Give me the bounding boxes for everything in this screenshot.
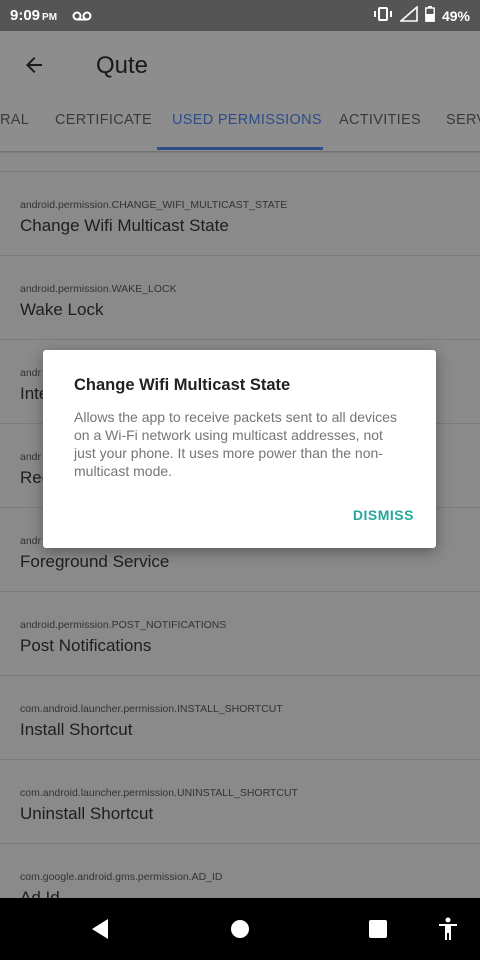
list-item[interactable]: android.permission.WAKE_LOCK Wake Lock [0, 256, 480, 340]
permission-label: Wake Lock [20, 300, 104, 319]
status-time-value: 9:09 [10, 7, 41, 24]
permission-label: Uninstall Shortcut [20, 804, 154, 823]
battery-icon [425, 6, 435, 25]
list-item[interactable]: com.google.android.gms.permission.AD_ID … [0, 844, 480, 898]
app-bar: Qute [0, 31, 480, 101]
voicemail-icon [72, 9, 92, 27]
battery-percent: 49% [441, 7, 470, 24]
vibrate-icon [373, 7, 393, 24]
accessibility-icon [439, 917, 457, 940]
signal-icon [398, 5, 418, 25]
tab-certificate[interactable]: CERTIFICATE [55, 101, 152, 149]
permission-name: com.google.android.gms.permission.AD_ID [20, 871, 223, 883]
status-time: 9:09 PM [10, 7, 57, 24]
list-item[interactable]: android.permission.CHANGE_WIFI_MULTICAST… [0, 172, 480, 256]
permission-label: Change Wifi Multicast State [20, 216, 229, 235]
app-title: Qute [96, 52, 149, 79]
dismiss-button[interactable]: DISMISS [353, 507, 414, 523]
permission-label: Post Notifications [20, 636, 152, 655]
permission-name: andr [20, 535, 42, 547]
nav-back-button[interactable] [85, 914, 115, 944]
permission-name: andr [20, 451, 42, 463]
status-bar: 9:09 PM 49% [0, 0, 480, 31]
dialog-title: Change Wifi Multicast State [74, 376, 291, 394]
tab-services[interactable]: SERV [446, 101, 480, 149]
back-button[interactable] [14, 47, 54, 83]
permission-name: android.permission.WAKE_LOCK [20, 283, 177, 295]
permission-name: andr [20, 367, 42, 379]
permission-name: com.android.launcher.permission.INSTALL_… [20, 703, 283, 715]
status-icons: 49% [373, 5, 470, 25]
permission-label: Ad Id [20, 888, 60, 898]
tab-general[interactable]: RAL [0, 101, 29, 149]
tab-bar: RAL CERTIFICATE USED PERMISSIONS ACTIVIT… [0, 101, 480, 151]
permission-label: Install Shortcut [20, 720, 133, 739]
accessibility-button[interactable] [433, 914, 463, 944]
nav-recents-button[interactable] [363, 914, 393, 944]
status-ampm: PM [42, 12, 58, 23]
tab-indicator [157, 147, 323, 150]
permission-name: android.permission.POST_NOTIFICATIONS [20, 619, 227, 631]
permission-label: Foreground Service [20, 552, 170, 571]
nav-home-button[interactable] [225, 914, 255, 944]
permission-dialog: Change Wifi Multicast State Allows the a… [43, 350, 436, 548]
permission-name: com.android.launcher.permission.UNINSTAL… [20, 787, 298, 799]
dialog-body: Allows the app to receive packets sent t… [74, 409, 397, 479]
permission-name: android.permission.CHANGE_WIFI_MULTICAST… [20, 199, 288, 211]
list-item[interactable]: android.permission.POST_NOTIFICATIONS Po… [0, 592, 480, 676]
triangle-back-icon [92, 919, 108, 939]
list-item[interactable]: com.android.launcher.permission.UNINSTAL… [0, 760, 480, 844]
circle-home-icon [231, 920, 249, 938]
tab-used-permissions[interactable]: USED PERMISSIONS [172, 101, 322, 149]
list-item[interactable]: com.android.launcher.permission.INSTALL_… [0, 676, 480, 760]
tab-activities[interactable]: ACTIVITIES [339, 101, 421, 149]
square-recents-icon [369, 920, 387, 938]
navigation-bar [0, 898, 480, 960]
list-item-partial [0, 151, 480, 172]
arrow-back-icon [26, 57, 42, 73]
